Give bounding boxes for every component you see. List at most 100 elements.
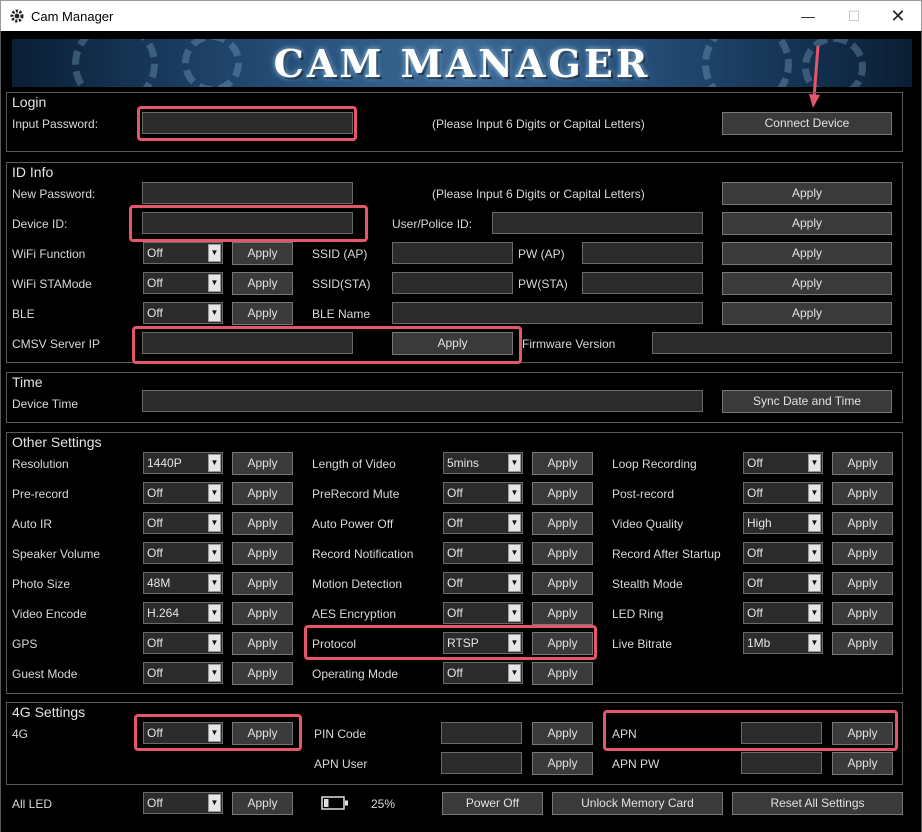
chevron-down-icon[interactable]: ▼ — [508, 634, 521, 652]
apn-pw-field[interactable] — [741, 752, 822, 774]
chevron-down-icon[interactable]: ▼ — [208, 454, 221, 472]
new-password-field[interactable] — [142, 182, 353, 204]
chevron-down-icon[interactable]: ▼ — [508, 484, 521, 502]
pw-sta-field[interactable] — [582, 272, 703, 294]
chevron-down-icon[interactable]: ▼ — [508, 454, 521, 472]
ble-apply-button[interactable]: Apply — [232, 302, 293, 325]
aes-encryption-select[interactable]: Off ▼ — [443, 602, 523, 624]
chevron-down-icon[interactable]: ▼ — [508, 664, 521, 682]
pin-code-apply-button[interactable]: Apply — [532, 722, 593, 745]
video-encode-select[interactable]: H.264 ▼ — [143, 602, 223, 624]
pin-code-field[interactable] — [441, 722, 522, 744]
chevron-down-icon[interactable]: ▼ — [808, 514, 821, 532]
apn-user-apply-button[interactable]: Apply — [532, 752, 593, 775]
speaker-volume-select[interactable]: Off ▼ — [143, 542, 223, 564]
record-notification-apply-button[interactable]: Apply — [532, 542, 593, 565]
record-after-startup-apply-button[interactable]: Apply — [832, 542, 893, 565]
device-id-field[interactable] — [142, 212, 353, 234]
length-of-video-select[interactable]: 5mins ▼ — [443, 452, 523, 474]
ble-name-field[interactable] — [392, 302, 703, 324]
chevron-down-icon[interactable]: ▼ — [808, 634, 821, 652]
wifi-function-apply-button[interactable]: Apply — [232, 242, 293, 265]
operating-mode-select[interactable]: Off ▼ — [443, 662, 523, 684]
speaker-volume-apply-button[interactable]: Apply — [232, 542, 293, 565]
user-police-id-field[interactable] — [492, 212, 703, 234]
sync-date-time-button[interactable]: Sync Date and Time — [722, 390, 892, 413]
new-password-apply-button[interactable]: Apply — [722, 182, 892, 205]
maximize-button[interactable]: ☐ — [831, 1, 877, 31]
connect-device-button[interactable]: Connect Device — [722, 112, 892, 135]
chevron-down-icon[interactable]: ▼ — [208, 724, 221, 742]
protocol-select[interactable]: RTSP ▼ — [443, 632, 523, 654]
length-of-video-apply-button[interactable]: Apply — [532, 452, 593, 475]
apn-apply-button[interactable]: Apply — [832, 722, 893, 745]
aes-encryption-apply-button[interactable]: Apply — [532, 602, 593, 625]
ssid-ap-field[interactable] — [392, 242, 513, 264]
wifi-sta-select[interactable]: Off ▼ — [143, 272, 223, 294]
protocol-apply-button[interactable]: Apply — [532, 632, 593, 655]
chevron-down-icon[interactable]: ▼ — [208, 794, 221, 812]
chevron-down-icon[interactable]: ▼ — [508, 514, 521, 532]
auto-power-off-select[interactable]: Off ▼ — [443, 512, 523, 534]
loop-recording-select[interactable]: Off ▼ — [743, 452, 823, 474]
guest-mode-select[interactable]: Off ▼ — [143, 662, 223, 684]
chevron-down-icon[interactable]: ▼ — [208, 514, 221, 532]
chevron-down-icon[interactable]: ▼ — [208, 484, 221, 502]
wifi-sta-settings-apply-button[interactable]: Apply — [722, 272, 892, 295]
all-led-select[interactable]: Off ▼ — [143, 792, 223, 814]
video-quality-select[interactable]: High ▼ — [743, 512, 823, 534]
cmsv-apply-button[interactable]: Apply — [392, 332, 513, 355]
ble-name-apply-button[interactable]: Apply — [722, 302, 892, 325]
all-led-apply-button[interactable]: Apply — [232, 792, 293, 815]
chevron-down-icon[interactable]: ▼ — [208, 574, 221, 592]
live-bitrate-select[interactable]: 1Mb ▼ — [743, 632, 823, 654]
chevron-down-icon[interactable]: ▼ — [808, 604, 821, 622]
auto-ir-apply-button[interactable]: Apply — [232, 512, 293, 535]
chevron-down-icon[interactable]: ▼ — [208, 604, 221, 622]
prerecord-mute-apply-button[interactable]: Apply — [532, 482, 593, 505]
video-encode-apply-button[interactable]: Apply — [232, 602, 293, 625]
led-ring-select[interactable]: Off ▼ — [743, 602, 823, 624]
auto-ir-select[interactable]: Off ▼ — [143, 512, 223, 534]
user-police-apply-button[interactable]: Apply — [722, 212, 892, 235]
motion-detection-select[interactable]: Off ▼ — [443, 572, 523, 594]
record-notification-select[interactable]: Off ▼ — [443, 542, 523, 564]
chevron-down-icon[interactable]: ▼ — [508, 604, 521, 622]
chevron-down-icon[interactable]: ▼ — [808, 574, 821, 592]
apn-pw-apply-button[interactable]: Apply — [832, 752, 893, 775]
guest-mode-apply-button[interactable]: Apply — [232, 662, 293, 685]
chevron-down-icon[interactable]: ▼ — [208, 544, 221, 562]
4g-select[interactable]: Off ▼ — [143, 722, 223, 744]
4g-apply-button[interactable]: Apply — [232, 722, 293, 745]
wifi-function-select[interactable]: Off ▼ — [143, 242, 223, 264]
pre-record-select[interactable]: Off ▼ — [143, 482, 223, 504]
photo-size-apply-button[interactable]: Apply — [232, 572, 293, 595]
unlock-memory-card-button[interactable]: Unlock Memory Card — [552, 792, 723, 815]
close-button[interactable]: ✕ — [875, 1, 921, 31]
chevron-down-icon[interactable]: ▼ — [208, 304, 221, 322]
pw-ap-field[interactable] — [582, 242, 703, 264]
chevron-down-icon[interactable]: ▼ — [808, 454, 821, 472]
chevron-down-icon[interactable]: ▼ — [508, 574, 521, 592]
video-quality-apply-button[interactable]: Apply — [832, 512, 893, 535]
minimize-button[interactable]: — — [785, 1, 831, 31]
resolution-apply-button[interactable]: Apply — [232, 452, 293, 475]
gps-select[interactable]: Off ▼ — [143, 632, 223, 654]
live-bitrate-apply-button[interactable]: Apply — [832, 632, 893, 655]
operating-mode-apply-button[interactable]: Apply — [532, 662, 593, 685]
wifi-ap-apply-button[interactable]: Apply — [722, 242, 892, 265]
loop-recording-apply-button[interactable]: Apply — [832, 452, 893, 475]
ble-select[interactable]: Off ▼ — [143, 302, 223, 324]
post-record-select[interactable]: Off ▼ — [743, 482, 823, 504]
pre-record-apply-button[interactable]: Apply — [232, 482, 293, 505]
prerecord-mute-select[interactable]: Off ▼ — [443, 482, 523, 504]
chevron-down-icon[interactable]: ▼ — [208, 244, 221, 262]
chevron-down-icon[interactable]: ▼ — [808, 484, 821, 502]
cmsv-server-ip-field[interactable] — [142, 332, 353, 354]
ssid-sta-field[interactable] — [392, 272, 513, 294]
record-after-startup-select[interactable]: Off ▼ — [743, 542, 823, 564]
chevron-down-icon[interactable]: ▼ — [508, 544, 521, 562]
auto-power-off-apply-button[interactable]: Apply — [532, 512, 593, 535]
apn-user-field[interactable] — [441, 752, 522, 774]
chevron-down-icon[interactable]: ▼ — [208, 664, 221, 682]
